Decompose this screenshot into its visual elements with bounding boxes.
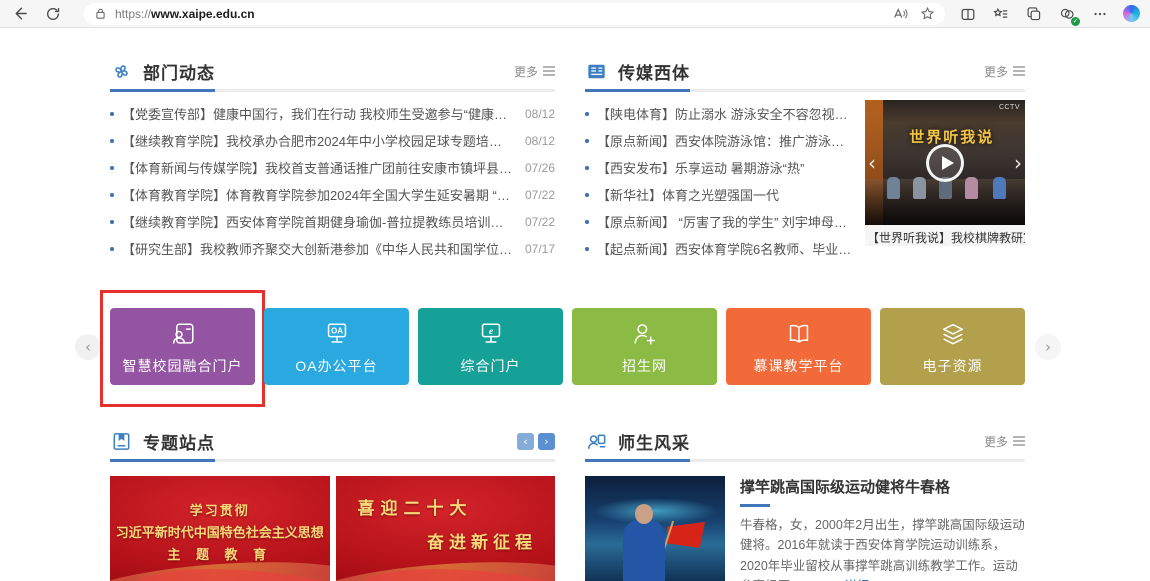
split-screen-icon[interactable]: [958, 4, 978, 24]
quick-links-carousel: ‹ 智慧校园融合门户 OA OA办公平台: [110, 308, 1025, 385]
tile-admissions-site[interactable]: 招生网: [572, 308, 717, 385]
news-item-link[interactable]: 【体育新闻与传媒学院】我校首支普通话推广团前往安康市镇坪县开展“推普助...07…: [110, 154, 555, 181]
media-news-list: 【陕电体育】防止溺水 游泳安全不容忽视！#... 【原点新闻】西安体院游泳馆：推…: [585, 100, 855, 262]
lock-icon[interactable]: [94, 7, 107, 20]
person-plus-icon: [629, 318, 661, 350]
video-thumbnail[interactable]: CCTV 世界听我说 ‹ ›: [865, 100, 1025, 225]
news-item-link[interactable]: 【西安发布】乐享运动 暑期游泳“热”: [585, 154, 855, 181]
topic-banner-20th-congress[interactable]: 喜迎二十大 奋进新征程: [336, 476, 556, 581]
tile-integrated-portal[interactable]: e 综合门户: [418, 308, 563, 385]
essentials-check-icon: ✓: [1071, 17, 1080, 26]
list-menu-icon: [1013, 66, 1025, 76]
section-title-dept-news: 部门动态: [143, 59, 215, 84]
oa-monitor-icon: OA: [321, 318, 353, 350]
svg-text:OA: OA: [331, 326, 343, 335]
tile-digital-resources[interactable]: 电子资源: [880, 308, 1025, 385]
video-next-icon[interactable]: ›: [1014, 151, 1022, 175]
address-bar[interactable]: https://www.xaipe.edu.cn: [84, 3, 945, 25]
topics-prev-button[interactable]: ‹: [517, 433, 534, 450]
news-item-link[interactable]: 【继续教育学院】我校承办合肥市2024年中小学校园足球专题培训班08/12: [110, 127, 555, 154]
url-text[interactable]: https://www.xaipe.edu.cn: [115, 7, 884, 21]
carousel-next-button[interactable]: ›: [1035, 334, 1061, 360]
dept-news-more-link[interactable]: 更多: [514, 63, 555, 80]
more-menu-icon[interactable]: [1090, 4, 1110, 24]
news-item-link[interactable]: 【继续教育学院】西安体育学院首期健身瑜伽-普拉提教练员培训班开班...07/22: [110, 208, 555, 235]
video-carousel: CCTV 世界听我说 ‹ › 【世界听我说】我校棋牌教研室主任李...: [865, 100, 1025, 262]
topic-banner-theme-education[interactable]: 学习贯彻 习近平新时代中国特色社会主义思想 主 题 教 育: [110, 476, 330, 581]
article-title[interactable]: 撑竿跳高国际级运动健将牛春格: [740, 476, 1025, 497]
bullet-icon: [110, 139, 114, 143]
layers-icon: [937, 318, 969, 350]
svg-text:e: e: [488, 326, 493, 337]
news-item-link[interactable]: 【新华社】体育之光塑强国一代: [585, 181, 855, 208]
news-item-link[interactable]: 【原点新闻】 “厉害了我的学生” 刘宇坤母校...: [585, 208, 855, 235]
news-item-link[interactable]: 【起点新闻】西安体育学院6名教师、毕业生征...: [585, 235, 855, 262]
list-menu-icon: [543, 66, 555, 76]
section-rule: [110, 89, 555, 92]
news-item-link[interactable]: 【研究生部】我校教师齐聚交大创新港参加《中华人民共和国学位法...07/17: [110, 235, 555, 262]
news-item-link[interactable]: 【原点新闻】西安体院游泳馆：推广游泳运动 ...: [585, 127, 855, 154]
copilot-icon[interactable]: [1123, 5, 1140, 22]
video-caption[interactable]: 【世界听我说】我校棋牌教研室主任李...: [865, 225, 1025, 246]
section-topic-sites: 专题站点 ‹ › 学习贯彻 习近平新时代中国特色社会主义思想 主 题 教 育: [110, 425, 555, 581]
tile-mooc-platform[interactable]: 慕课教学平台: [726, 308, 871, 385]
section-title-topic-sites: 专题站点: [143, 429, 215, 454]
bullet-icon: [585, 247, 589, 251]
read-aloud-icon[interactable]: [892, 6, 908, 22]
tile-oa-office-platform[interactable]: OA OA办公平台: [264, 308, 409, 385]
bullet-icon: [110, 112, 114, 116]
cctv-logo: CCTV: [999, 104, 1020, 111]
section-title-media-news: 传媒西体: [618, 59, 690, 84]
list-menu-icon: [1013, 436, 1025, 446]
bullet-icon: [585, 166, 589, 170]
browser-essentials-icon[interactable]: ✓: [1057, 4, 1077, 24]
section-rule: [110, 459, 555, 462]
video-prev-icon[interactable]: ‹: [868, 151, 876, 175]
news-item-link[interactable]: 【体育教育学院】体育教育学院参加2024年全国大学生延安暑期 “三下...07/…: [110, 181, 555, 208]
bullet-icon: [110, 220, 114, 224]
profiles-more-link[interactable]: 更多: [984, 433, 1025, 450]
bullet-icon: [585, 193, 589, 197]
back-icon[interactable]: [10, 4, 30, 24]
pinwheel-icon: [110, 60, 133, 83]
open-book-icon: [783, 318, 815, 350]
section-title-profiles: 师生风采: [618, 429, 690, 454]
china-flag-decor: [667, 522, 705, 548]
section-rule: [585, 459, 1025, 462]
section-media-news: 传媒西体 更多 【陕电体育】防止溺水 游泳安全不容忽视！#... 【原点新闻】西…: [585, 55, 1025, 262]
favorites-bar-icon[interactable]: [991, 4, 1011, 24]
section-rule: [585, 89, 1025, 92]
media-news-more-link[interactable]: 更多: [984, 63, 1025, 80]
bullet-icon: [110, 247, 114, 251]
person-badge-icon: [585, 430, 608, 453]
collections-icon[interactable]: [1024, 4, 1044, 24]
article-body: 牛春格，女，2000年2月出生，撑竿跳高国际级运动健将。2016年就读于西安体育…: [740, 515, 1025, 581]
e-monitor-icon: e: [475, 318, 507, 350]
bullet-icon: [110, 166, 114, 170]
tile-smart-campus-portal[interactable]: 智慧校园融合门户: [110, 308, 255, 385]
newspaper-icon: [585, 60, 608, 83]
profile-article: 撑竿跳高国际级运动健将牛春格 牛春格，女，2000年2月出生，撑竿跳高国际级运动…: [740, 476, 1025, 581]
browser-toolbar: https://www.xaipe.edu.cn ✓: [0, 0, 1150, 28]
bullet-icon: [585, 220, 589, 224]
profile-photo[interactable]: [585, 476, 725, 581]
refresh-icon[interactable]: [43, 4, 63, 24]
page-content: 部门动态 更多 【党委宣传部】健康中国行，我们在行动 我校师生受邀参与“健康中.…: [110, 28, 1025, 581]
play-button[interactable]: [926, 144, 964, 182]
bullet-icon: [110, 193, 114, 197]
section-profiles: 师生风采 更多 撑竿跳高国际级运动健将牛春格 牛春格，: [585, 425, 1025, 581]
carousel-prev-button[interactable]: ‹: [75, 334, 101, 360]
section-dept-news: 部门动态 更多 【党委宣传部】健康中国行，我们在行动 我校师生受邀参与“健康中.…: [110, 55, 555, 262]
bullet-icon: [585, 112, 589, 116]
favorite-star-icon[interactable]: [920, 6, 935, 21]
article-title-underline: [740, 504, 770, 507]
topics-next-button[interactable]: ›: [538, 433, 555, 450]
news-item-link[interactable]: 【陕电体育】防止溺水 游泳安全不容忽视！#...: [585, 100, 855, 127]
bullet-icon: [585, 139, 589, 143]
news-item-link[interactable]: 【党委宣传部】健康中国行，我们在行动 我校师生受邀参与“健康中...08/12: [110, 100, 555, 127]
bookmark-page-icon: [110, 430, 133, 453]
id-badge-person-icon: [167, 318, 199, 350]
dept-news-list: 【党委宣传部】健康中国行，我们在行动 我校师生受邀参与“健康中...08/12 …: [110, 100, 555, 262]
